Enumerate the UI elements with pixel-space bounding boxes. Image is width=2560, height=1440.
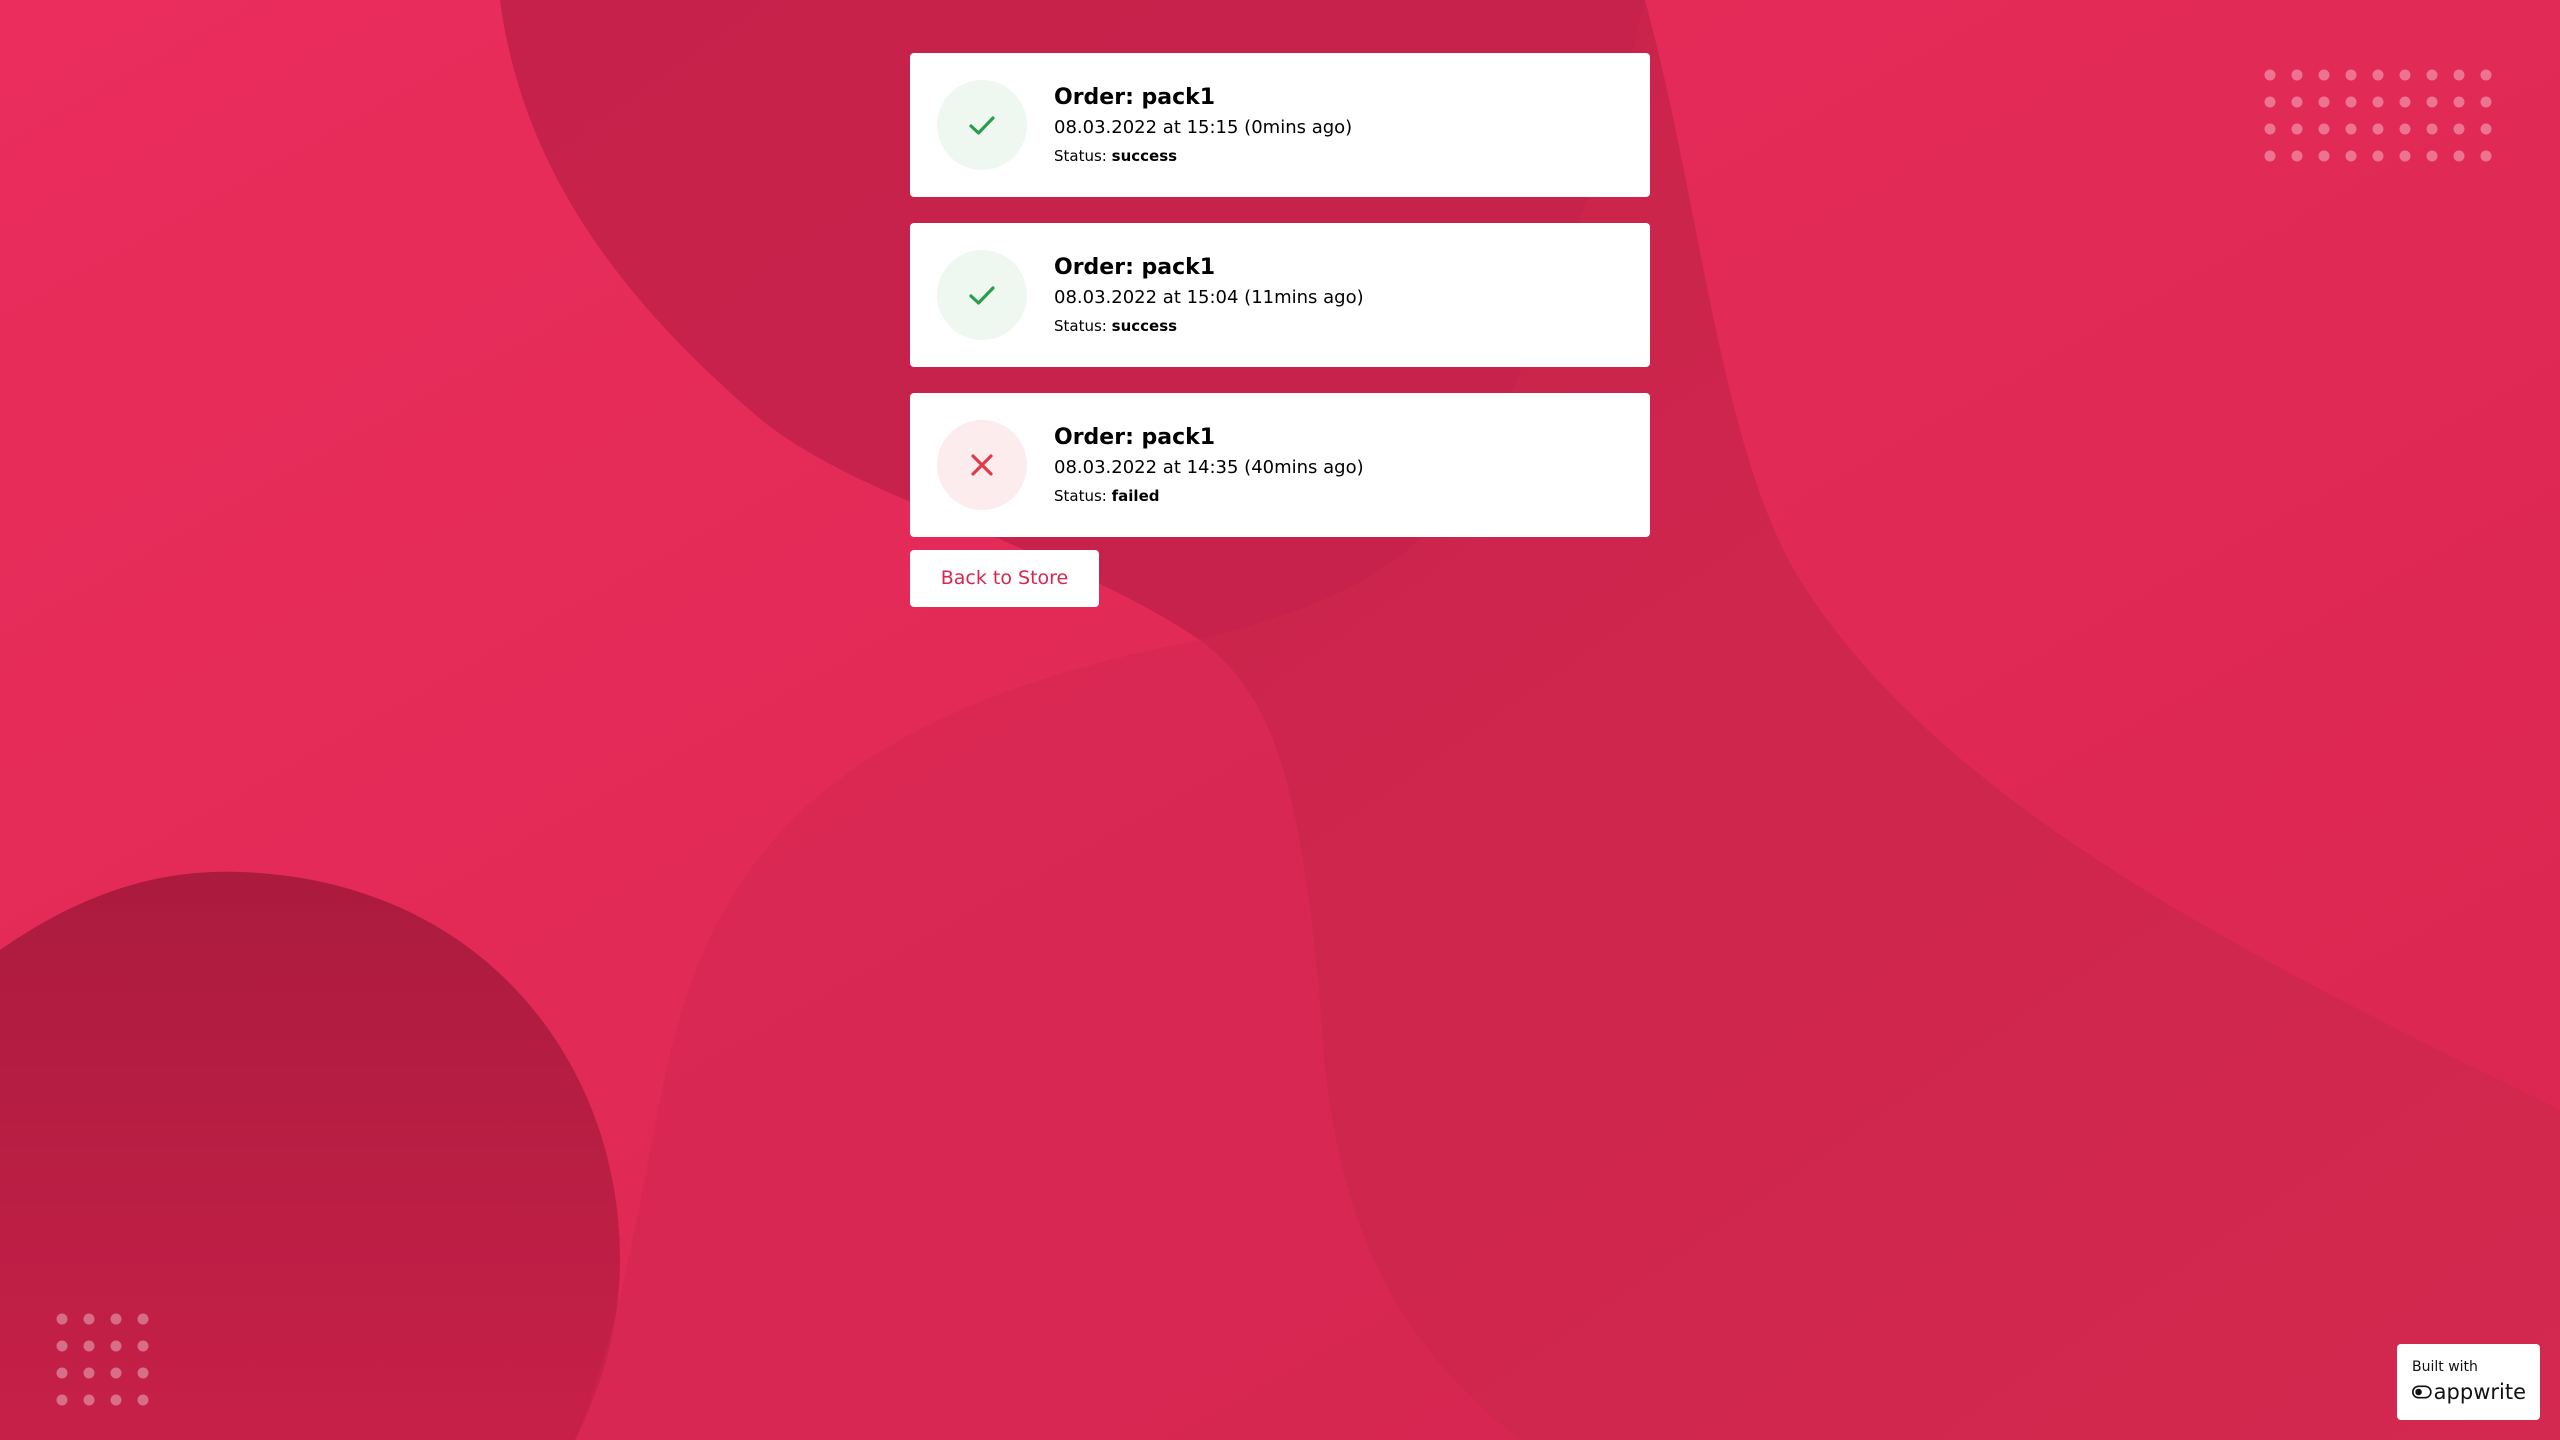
badge-caption: Built with xyxy=(2412,1359,2478,1375)
status-value: failed xyxy=(1111,487,1160,505)
appwrite-logo-icon xyxy=(2412,1385,2432,1399)
order-status: Status: success xyxy=(1054,315,1364,337)
close-icon xyxy=(971,454,993,476)
order-card: Order: pack1 08.03.2022 at 15:04 (11mins… xyxy=(910,223,1650,367)
order-title: Order: pack1 xyxy=(1054,255,1216,280)
order-details: Order: pack1 08.03.2022 at 14:35 (40mins… xyxy=(1054,423,1364,507)
status-value: success xyxy=(1111,147,1178,165)
order-status: Status: failed xyxy=(1054,485,1364,507)
order-date: 08.03.2022 at 15:04 (11mins ago) xyxy=(1054,287,1364,308)
status-value: success xyxy=(1111,317,1178,335)
order-card: Order: pack1 08.03.2022 at 14:35 (40mins… xyxy=(910,393,1650,537)
order-details: Order: pack1 08.03.2022 at 15:15 (0mins … xyxy=(1054,83,1352,167)
back-to-store-button[interactable]: Back to Store xyxy=(910,550,1099,607)
status-label: Status: xyxy=(1054,147,1107,165)
order-date: 08.03.2022 at 14:35 (40mins ago) xyxy=(1054,457,1364,478)
order-details: Order: pack1 08.03.2022 at 15:04 (11mins… xyxy=(1054,253,1364,337)
order-status: Status: success xyxy=(1054,145,1352,167)
order-title: Order: pack1 xyxy=(1054,425,1216,450)
check-icon xyxy=(969,286,995,305)
built-with-appwrite-badge[interactable]: Built with appwrite xyxy=(2397,1344,2540,1420)
appwrite-wordmark: appwrite xyxy=(2433,1380,2526,1404)
status-label: Status: xyxy=(1054,487,1107,505)
status-indicator xyxy=(937,420,1027,510)
status-indicator xyxy=(937,250,1027,340)
order-date: 08.03.2022 at 15:15 (0mins ago) xyxy=(1054,117,1353,138)
badge-brand: appwrite xyxy=(2412,1380,2526,1404)
order-title: Order: pack1 xyxy=(1054,85,1216,110)
check-icon xyxy=(969,116,995,135)
orders-list: Order: pack1 08.03.2022 at 15:15 (0mins … xyxy=(910,53,1650,563)
status-indicator xyxy=(937,80,1027,170)
status-label: Status: xyxy=(1054,317,1107,335)
order-card: Order: pack1 08.03.2022 at 15:15 (0mins … xyxy=(910,53,1650,197)
